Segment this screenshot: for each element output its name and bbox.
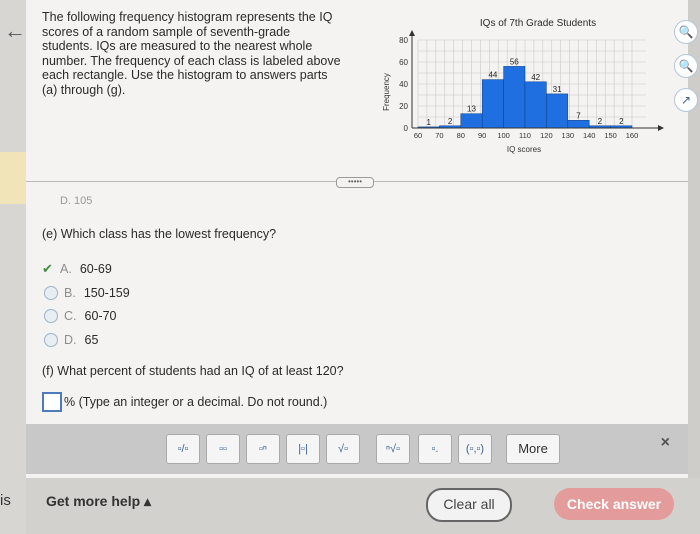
y-tick-label: 0 bbox=[404, 124, 409, 133]
y-axis-label: Frequency bbox=[382, 73, 391, 111]
radio-button[interactable] bbox=[44, 333, 58, 347]
answer-input[interactable] bbox=[42, 392, 62, 412]
histogram-bar bbox=[481, 79, 504, 129]
answer-suffix: % (Type an integer or a decimal. Do not … bbox=[64, 395, 328, 409]
left-rail bbox=[0, 0, 26, 534]
close-icon[interactable]: × bbox=[661, 434, 670, 452]
x-tick-label: 90 bbox=[478, 131, 486, 140]
x-axis-label: IQ scores bbox=[507, 145, 541, 154]
radio-button[interactable] bbox=[44, 309, 58, 323]
y-tick-label: 40 bbox=[399, 80, 408, 89]
x-tick-label: 110 bbox=[519, 131, 531, 140]
radio-button[interactable] bbox=[44, 286, 58, 300]
x-tick-label: 130 bbox=[562, 131, 575, 140]
back-arrow-icon[interactable]: ← bbox=[4, 18, 26, 44]
fraction-button[interactable]: ▫/▫ bbox=[166, 434, 200, 464]
absolute-value-button[interactable]: |▫| bbox=[286, 434, 320, 464]
left-accent-bar bbox=[0, 152, 26, 204]
bar-data-label: 42 bbox=[531, 73, 540, 82]
option-letter: D. bbox=[64, 333, 77, 347]
external-link-icon[interactable]: ↗ bbox=[674, 88, 698, 112]
option-d[interactable]: D. 65 bbox=[44, 333, 98, 347]
left-fragment-text: is bbox=[0, 492, 11, 509]
checkmark-icon: ✔ bbox=[42, 261, 53, 276]
math-toolbar: ▫/▫ ▫▫ ▫ⁿ |▫| √▫ ⁿ√▫ ▫. (▫,▫) More × bbox=[26, 424, 688, 474]
intro-text: The following frequency histogram repres… bbox=[42, 10, 341, 97]
get-more-help-link[interactable]: Get more help ▴ bbox=[46, 493, 151, 510]
option-text: 150-159 bbox=[83, 286, 130, 300]
magnify-plus-icon[interactable]: 🔍 bbox=[674, 20, 698, 44]
bar-data-label: 31 bbox=[553, 85, 562, 94]
bar-data-label: 1 bbox=[426, 118, 431, 127]
answer-row: % (Type an integer or a decimal. Do not … bbox=[42, 392, 327, 412]
bar-data-label: 2 bbox=[619, 117, 624, 126]
exponent-button[interactable]: ▫ⁿ bbox=[246, 434, 280, 464]
x-tick-label: 100 bbox=[497, 131, 510, 140]
x-tick-label: 150 bbox=[604, 131, 617, 140]
mixed-number-button[interactable]: ▫▫ bbox=[206, 434, 240, 464]
x-tick-label: 70 bbox=[435, 131, 443, 140]
footer-bar: Get more help ▴ Clear all Check answer bbox=[26, 478, 700, 534]
histogram-bar bbox=[546, 93, 569, 129]
magnify-minus-icon[interactable]: 🔍 bbox=[674, 54, 698, 78]
clear-all-button[interactable]: Clear all bbox=[426, 488, 512, 522]
x-tick-label: 80 bbox=[457, 131, 465, 140]
chart-title: IQs of 7th Grade Students bbox=[480, 18, 596, 29]
bar-data-label: 44 bbox=[488, 71, 497, 80]
bar-data-label: 13 bbox=[467, 105, 476, 114]
question-e-prompt: (e) Which class has the lowest frequency… bbox=[42, 227, 277, 241]
side-icons: 🔍 🔍 ↗ bbox=[674, 20, 700, 122]
bar-data-label: 2 bbox=[448, 117, 453, 126]
bar-data-label: 56 bbox=[510, 57, 519, 66]
question-panel: The following frequency histogram repres… bbox=[26, 0, 698, 478]
x-tick-label: 140 bbox=[583, 131, 596, 140]
y-tick-label: 80 bbox=[399, 36, 408, 45]
decimal-button[interactable]: ▫. bbox=[418, 434, 452, 464]
option-a[interactable]: ✔ A. 60-69 bbox=[42, 261, 112, 277]
check-answer-button[interactable]: Check answer bbox=[554, 488, 674, 520]
bar-data-label: 7 bbox=[576, 111, 581, 120]
x-tick-label: 160 bbox=[626, 131, 639, 140]
collapse-handle[interactable]: ••••• bbox=[336, 177, 374, 188]
option-b[interactable]: B. 150-159 bbox=[44, 286, 130, 300]
histogram-bar bbox=[460, 113, 483, 129]
histogram-bar bbox=[567, 120, 590, 129]
y-axis-arrow bbox=[409, 30, 415, 36]
sqrt-button[interactable]: √▫ bbox=[326, 434, 360, 464]
question-f-prompt: (f) What percent of students had an IQ o… bbox=[42, 364, 344, 378]
y-tick-label: 20 bbox=[399, 102, 408, 111]
y-tick-label: 60 bbox=[399, 58, 408, 67]
histogram-bar bbox=[503, 66, 526, 129]
histogram-bar bbox=[524, 81, 547, 129]
nth-root-button[interactable]: ⁿ√▫ bbox=[376, 434, 410, 464]
bar-data-label: 2 bbox=[598, 117, 603, 126]
option-letter: B. bbox=[64, 286, 76, 300]
previous-answer: D. 105 bbox=[60, 195, 93, 207]
x-tick-label: 120 bbox=[540, 131, 553, 140]
x-tick-label: 60 bbox=[414, 131, 422, 140]
x-axis-arrow bbox=[658, 125, 664, 131]
option-text: 60-70 bbox=[84, 309, 117, 323]
option-letter: A. bbox=[60, 262, 72, 276]
ordered-pair-button[interactable]: (▫,▫) bbox=[458, 434, 492, 464]
option-letter: C. bbox=[64, 309, 77, 323]
option-text: 60-69 bbox=[79, 262, 112, 276]
option-c[interactable]: C. 60-70 bbox=[44, 309, 116, 323]
option-text: 65 bbox=[84, 333, 99, 347]
more-button[interactable]: More bbox=[506, 434, 560, 464]
histogram-chart: IQs of 7th Grade Students Frequency IQ s… bbox=[382, 18, 664, 154]
